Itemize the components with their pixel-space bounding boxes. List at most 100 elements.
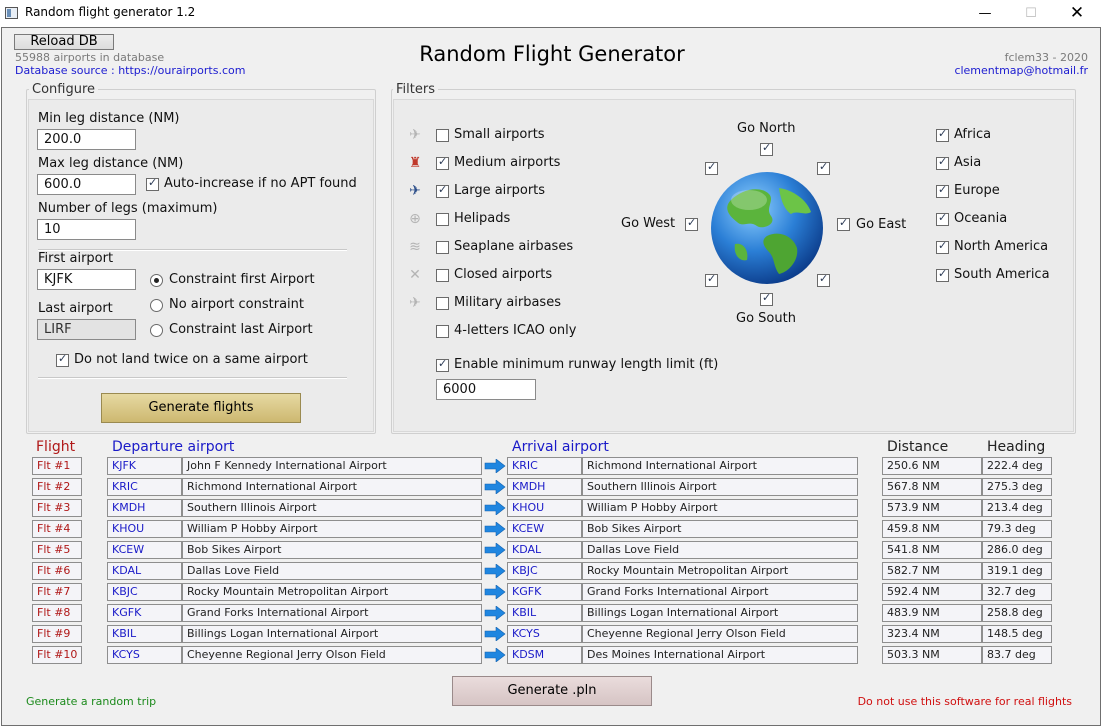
flight-number-cell: Flt #2 — [32, 478, 82, 496]
first-airport-label: First airport — [38, 251, 114, 266]
arrow-right-icon — [484, 459, 506, 473]
close-button[interactable]: ✕ — [1054, 0, 1100, 27]
radio-constraint-last-label: Constraint last Airport — [169, 322, 313, 337]
helipads-checkbox[interactable] — [436, 213, 449, 226]
arrow-right-icon — [484, 648, 506, 662]
oceania-checkbox[interactable] — [936, 211, 949, 226]
departure-name-cell: Dallas Love Field — [182, 562, 482, 580]
distance-cell: 582.7 NM — [882, 562, 982, 580]
small-airports-checkbox[interactable] — [436, 129, 449, 142]
heading-cell: 286.0 deg — [982, 541, 1052, 559]
window-title: Random flight generator 1.2 — [25, 5, 196, 19]
large-airports-checkbox[interactable] — [436, 183, 449, 198]
globe-icon — [711, 172, 823, 284]
min-leg-input[interactable]: 200.0 — [37, 129, 136, 150]
separator — [38, 377, 347, 379]
arrow-right-icon — [484, 627, 506, 641]
asia-checkbox[interactable] — [936, 155, 949, 170]
departure-icao-cell: KMDH — [107, 499, 182, 517]
reload-db-button[interactable]: Reload DB — [14, 34, 114, 50]
departure-name-cell: John F Kennedy International Airport — [182, 457, 482, 475]
distance-column-header: Distance — [887, 439, 949, 455]
generate-pln-button[interactable]: Generate .pln — [452, 676, 652, 706]
africa-checkbox[interactable] — [936, 127, 949, 142]
configure-title: Configure — [29, 82, 99, 97]
africa-label: Africa — [954, 127, 992, 142]
departure-name-cell: Richmond International Airport — [182, 478, 482, 496]
radio-no-constraint[interactable] — [150, 299, 163, 312]
flight-number-cell: Flt #6 — [32, 562, 82, 580]
auto-increase-checkbox[interactable] — [146, 176, 159, 191]
departure-name-cell: Grand Forks International Airport — [182, 604, 482, 622]
arrival-name-cell: Southern Illinois Airport — [582, 478, 858, 496]
closed-airports-label: Closed airports — [454, 267, 553, 282]
arrival-name-cell: William P Hobby Airport — [582, 499, 858, 517]
north-america-checkbox[interactable] — [936, 239, 949, 254]
minimize-button[interactable]: — — [962, 0, 1008, 27]
europe-checkbox[interactable] — [936, 183, 949, 198]
min-leg-label: Min leg distance (NM) — [38, 111, 180, 126]
arrival-name-cell: Billings Logan International Airport — [582, 604, 858, 622]
author-label: fclem33 - 2020 — [1004, 51, 1088, 64]
icao-only-label: 4-letters ICAO only — [454, 323, 577, 338]
seaplane-label: Seaplane airbases — [454, 239, 574, 254]
legs-input[interactable]: 10 — [37, 219, 136, 240]
flight-number-cell: Flt #8 — [32, 604, 82, 622]
no-land-twice-checkbox[interactable] — [56, 352, 69, 367]
go-south-label: Go South — [736, 311, 796, 326]
maximize-button[interactable]: ☐ — [1008, 0, 1054, 27]
last-airport-input[interactable]: LIRF — [37, 319, 136, 340]
closed-airports-checkbox[interactable] — [436, 269, 449, 282]
arrival-name-cell: Cheyenne Regional Jerry Olson Field — [582, 625, 858, 643]
radio-constraint-last[interactable] — [150, 324, 163, 337]
go-west-label: Go West — [621, 216, 676, 231]
arrival-name-cell: Bob Sikes Airport — [582, 520, 858, 538]
runway-length-input[interactable]: 6000 — [436, 379, 536, 400]
medium-airports-checkbox[interactable] — [436, 155, 449, 170]
max-leg-input[interactable]: 600.0 — [37, 174, 136, 195]
departure-icao-cell: KJFK — [107, 457, 182, 475]
arrival-column-header: Arrival airport — [512, 439, 609, 455]
military-label: Military airbases — [454, 295, 561, 310]
large-airport-icon: ✈ — [409, 183, 421, 199]
helipads-label: Helipads — [454, 211, 511, 226]
generate-flights-button[interactable]: Generate flights — [101, 393, 301, 423]
distance-cell: 503.3 NM — [882, 646, 982, 664]
heading-cell: 148.5 deg — [982, 625, 1052, 643]
icao-only-checkbox[interactable] — [436, 325, 449, 338]
arrival-icao-cell: KMDH — [507, 478, 582, 496]
heading-column-header: Heading — [987, 439, 1046, 455]
arrival-icao-cell: KHOU — [507, 499, 582, 517]
go-north-checkbox[interactable] — [760, 141, 773, 156]
heading-cell: 222.4 deg — [982, 457, 1052, 475]
departure-icao-cell: KCEW — [107, 541, 182, 559]
flight-column-header: Flight — [36, 439, 76, 455]
arrival-icao-cell: KDAL — [507, 541, 582, 559]
medium-airport-icon: ♜ — [408, 155, 422, 171]
radio-constraint-first[interactable] — [150, 274, 163, 287]
runway-limit-checkbox[interactable] — [436, 357, 449, 372]
distance-cell: 592.4 NM — [882, 583, 982, 601]
database-source-link[interactable]: Database source : https://ourairports.co… — [15, 64, 245, 77]
flight-number-cell: Flt #5 — [32, 541, 82, 559]
departure-name-cell: Southern Illinois Airport — [182, 499, 482, 517]
military-checkbox[interactable] — [436, 297, 449, 310]
go-east-label: Go East — [856, 217, 907, 232]
departure-name-cell: Billings Logan International Airport — [182, 625, 482, 643]
max-leg-label: Max leg distance (NM) — [38, 156, 184, 171]
distance-cell: 459.8 NM — [882, 520, 982, 538]
go-west-checkbox[interactable] — [685, 216, 698, 231]
email-link[interactable]: clementmap@hotmail.fr — [954, 64, 1088, 77]
south-america-checkbox[interactable] — [936, 267, 949, 282]
closed-icon: ✕ — [409, 267, 421, 283]
seaplane-checkbox[interactable] — [436, 241, 449, 254]
distance-cell: 483.9 NM — [882, 604, 982, 622]
departure-icao-cell: KCYS — [107, 646, 182, 664]
go-east-checkbox[interactable] — [837, 216, 850, 231]
go-south-checkbox[interactable] — [760, 291, 773, 306]
first-airport-input[interactable]: KJFK — [37, 269, 136, 290]
flight-number-cell: Flt #9 — [32, 625, 82, 643]
departure-icao-cell: KDAL — [107, 562, 182, 580]
arrival-name-cell: Des Moines International Airport — [582, 646, 858, 664]
departure-name-cell: Bob Sikes Airport — [182, 541, 482, 559]
